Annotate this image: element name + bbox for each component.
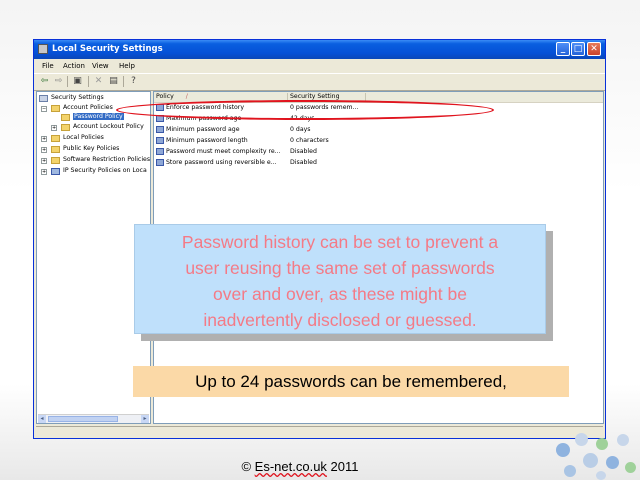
decorative-circle bbox=[583, 453, 598, 468]
column-label: Policy bbox=[156, 93, 174, 100]
folder-icon bbox=[51, 157, 60, 164]
policy-name: Store password using reversible e... bbox=[166, 159, 277, 166]
window-title: Local Security Settings bbox=[52, 44, 163, 54]
up-folder-icon[interactable]: ▣ bbox=[72, 76, 83, 87]
menu-file[interactable]: File bbox=[42, 62, 54, 70]
policy-setting: 0 characters bbox=[290, 137, 329, 144]
callout-line: inadvertently disclosed or guessed. bbox=[203, 310, 477, 330]
table-row[interactable]: Minimum password age 0 days bbox=[154, 125, 603, 135]
help-icon[interactable]: ? bbox=[128, 76, 139, 87]
folder-icon bbox=[51, 135, 60, 142]
maximize-button[interactable]: □ bbox=[571, 42, 585, 56]
table-row[interactable]: Store password using reversible e... Dis… bbox=[154, 158, 603, 168]
copyright-prefix: © bbox=[241, 459, 255, 474]
tree-label: Security Settings bbox=[51, 94, 104, 101]
note-box: Up to 24 passwords can be remembered, bbox=[133, 366, 569, 397]
policy-setting: 0 days bbox=[290, 126, 311, 133]
decorative-circle bbox=[617, 434, 629, 446]
decorative-circle bbox=[596, 438, 608, 450]
highlight-ellipse bbox=[116, 100, 494, 120]
tree-label: Local Policies bbox=[63, 134, 104, 141]
decorative-circle bbox=[606, 456, 619, 469]
decorative-circle bbox=[564, 465, 576, 477]
decorative-circle bbox=[556, 443, 570, 457]
toolbar-separator bbox=[88, 76, 89, 87]
tree-label: Account Lockout Policy bbox=[73, 123, 144, 130]
tree-label-selected: Password Policy bbox=[73, 113, 124, 120]
title-bar[interactable]: Local Security Settings _ □ ✕ bbox=[34, 40, 605, 59]
policy-icon bbox=[156, 137, 164, 144]
tree-label: Public Key Policies bbox=[63, 145, 120, 152]
decorative-circle bbox=[575, 433, 588, 446]
sort-indicator-icon: / bbox=[185, 93, 188, 100]
toolbar-separator bbox=[67, 76, 68, 87]
menu-action[interactable]: Action bbox=[63, 62, 85, 70]
callout-line: over and over, as these might be bbox=[213, 284, 467, 304]
export-list-icon[interactable]: ▤ bbox=[108, 76, 119, 87]
policy-name: Password must meet complexity re... bbox=[166, 148, 281, 155]
menu-help[interactable]: Help bbox=[119, 62, 135, 70]
app-icon bbox=[38, 44, 48, 54]
expand-icon[interactable]: + bbox=[41, 158, 47, 164]
menu-view[interactable]: View bbox=[92, 62, 109, 70]
policy-icon bbox=[156, 126, 164, 133]
policy-icon bbox=[156, 159, 164, 166]
expand-icon[interactable]: + bbox=[41, 147, 47, 153]
footer-domain: Es-net.co.uk bbox=[254, 459, 327, 474]
callout-line: user reusing the same set of passwords bbox=[185, 258, 495, 278]
tree-label: Software Restriction Policies bbox=[63, 156, 151, 163]
decorative-circle bbox=[625, 462, 636, 473]
menu-bar: File Action View Help bbox=[34, 59, 605, 72]
expand-icon[interactable]: + bbox=[41, 169, 47, 175]
decorative-circle bbox=[596, 471, 606, 480]
footer-year: 2011 bbox=[326, 459, 359, 474]
scroll-left-icon[interactable]: ◂ bbox=[38, 415, 46, 423]
back-arrow-icon[interactable]: ⇦ bbox=[39, 76, 50, 87]
security-settings-icon bbox=[39, 95, 48, 102]
close-button[interactable]: ✕ bbox=[587, 42, 601, 56]
folder-icon bbox=[51, 146, 60, 153]
scrollbar-thumb[interactable] bbox=[48, 416, 118, 422]
policy-setting: Disabled bbox=[290, 148, 317, 155]
policy-setting: Disabled bbox=[290, 159, 317, 166]
footer-copyright: © Es-net.co.uk 2011 bbox=[0, 459, 600, 474]
horizontal-scrollbar[interactable]: ◂ ▸ bbox=[38, 414, 149, 423]
minimize-button[interactable]: _ bbox=[556, 42, 570, 56]
folder-icon bbox=[61, 124, 70, 131]
callout-box: Password history can be set to prevent a… bbox=[134, 224, 546, 334]
toolbar-separator bbox=[123, 76, 124, 87]
delete-icon[interactable]: ✕ bbox=[93, 76, 104, 87]
callout-line: Password history can be set to prevent a bbox=[181, 232, 499, 252]
table-row[interactable]: Minimum password length 0 characters bbox=[154, 136, 603, 146]
scroll-right-icon[interactable]: ▸ bbox=[141, 415, 149, 423]
policy-icon bbox=[156, 148, 164, 155]
collapse-icon[interactable]: − bbox=[41, 106, 47, 112]
ip-security-icon bbox=[51, 168, 60, 175]
expand-icon[interactable]: + bbox=[51, 125, 57, 131]
tree-label: Account Policies bbox=[63, 104, 113, 111]
column-label: Security Setting bbox=[290, 93, 340, 100]
toolbar: ⇦ ⇨ ▣ ✕ ▤ ? bbox=[34, 73, 605, 91]
status-bar bbox=[36, 426, 603, 437]
folder-icon bbox=[51, 105, 60, 112]
policy-name: Minimum password length bbox=[166, 137, 248, 144]
tree-label: IP Security Policies on Loca bbox=[63, 167, 147, 174]
folder-icon bbox=[61, 114, 70, 121]
policy-name: Minimum password age bbox=[166, 126, 240, 133]
forward-arrow-icon[interactable]: ⇨ bbox=[53, 76, 64, 87]
table-row[interactable]: Password must meet complexity re... Disa… bbox=[154, 147, 603, 157]
expand-icon[interactable]: + bbox=[41, 136, 47, 142]
